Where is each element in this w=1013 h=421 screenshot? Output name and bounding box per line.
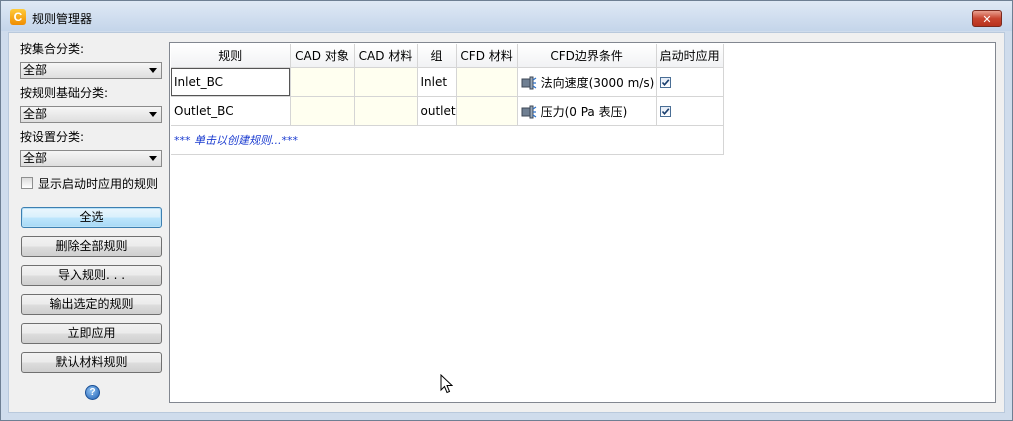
column-header-cfd-bc[interactable]: CFD边界条件 [517, 44, 657, 68]
check-icon [661, 79, 669, 87]
rule-manager-window: C 规则管理器 ✕ 按集合分类: 全部 按规则基础分类: 全部 按设置分类: 全… [0, 0, 1013, 421]
column-header-cad-material[interactable]: CAD 材料 [354, 44, 418, 68]
table-row[interactable]: Outlet_BC outlet 压力(0 Pa 表压) [171, 96, 724, 126]
show-startup-rules-label: 显示启动时应用的规则 [38, 177, 159, 191]
chevron-down-icon [149, 156, 157, 161]
base-filter-value: 全部 [23, 107, 48, 121]
settings-filter-label: 按设置分类: [20, 130, 85, 144]
rules-grid-panel: 规则 CAD 对象 CAD 材料 组 CFD 材料 CFD边界条件 启动时应用 … [169, 42, 996, 403]
rule-name-cell[interactable]: Outlet_BC [171, 96, 291, 126]
check-icon [661, 108, 669, 116]
collection-filter-label: 按集合分类: [20, 42, 85, 56]
group-cell[interactable]: outlet [417, 96, 457, 126]
create-rule-link[interactable]: *** 单击以创建规则...*** [171, 125, 724, 155]
column-header-cfd-material[interactable]: CFD 材料 [456, 44, 518, 68]
apply-on-startup-checkbox[interactable] [659, 106, 671, 117]
collection-filter-dropdown[interactable]: 全部 [20, 62, 162, 79]
settings-filter-value: 全部 [23, 151, 48, 165]
cfd-material-cell[interactable] [456, 67, 518, 97]
create-rule-row[interactable]: *** 单击以创建规则...*** [171, 125, 724, 155]
title-bar[interactable]: C 规则管理器 ✕ [1, 1, 1012, 31]
cad-material-cell[interactable] [354, 96, 418, 126]
rules-grid: 规则 CAD 对象 CAD 材料 组 CFD 材料 CFD边界条件 启动时应用 … [171, 44, 724, 155]
grid-header-row: 规则 CAD 对象 CAD 材料 组 CFD 材料 CFD边界条件 启动时应用 [171, 44, 724, 68]
dialog-body: 按集合分类: 全部 按规则基础分类: 全部 按设置分类: 全部 显示启动时应用的… [8, 32, 1005, 413]
group-cell[interactable]: Inlet [417, 67, 457, 97]
column-header-rule[interactable]: 规则 [171, 44, 291, 68]
select-all-button[interactable]: 全选 [21, 207, 162, 228]
cfd-bc-cell[interactable]: 压力(0 Pa 表压) [517, 96, 657, 126]
mouse-cursor-icon [440, 374, 453, 394]
apply-on-startup-checkbox[interactable] [659, 77, 671, 88]
cad-object-cell[interactable] [290, 67, 355, 97]
base-filter-label: 按规则基础分类: [20, 86, 109, 100]
settings-filter-dropdown[interactable]: 全部 [20, 150, 162, 167]
column-header-apply-on-startup[interactable]: 启动时应用 [656, 44, 724, 68]
cfd-bc-text: 压力(0 Pa 表压) [540, 104, 628, 119]
cad-material-cell[interactable] [354, 67, 418, 97]
default-material-rules-button[interactable]: 默认材料规则 [21, 352, 162, 373]
cad-object-cell[interactable] [290, 96, 355, 126]
app-logo-icon: C [10, 9, 26, 25]
base-filter-dropdown[interactable]: 全部 [20, 106, 162, 123]
delete-all-rules-button[interactable]: 删除全部规则 [21, 236, 162, 257]
window-title: 规则管理器 [32, 12, 93, 26]
column-header-cad-object[interactable]: CAD 对象 [290, 44, 355, 68]
apply-on-startup-cell[interactable] [656, 96, 724, 126]
rule-name-cell[interactable]: Inlet_BC [171, 67, 291, 97]
column-header-group[interactable]: 组 [417, 44, 457, 68]
apply-now-button[interactable]: 立即应用 [21, 323, 162, 344]
export-selected-rules-button[interactable]: 输出选定的规则 [21, 294, 162, 315]
collection-filter-value: 全部 [23, 63, 48, 77]
boundary-condition-icon [521, 105, 536, 119]
help-icon[interactable]: ? [85, 385, 100, 400]
apply-on-startup-cell[interactable] [656, 67, 724, 97]
table-row[interactable]: Inlet_BC Inlet 法向速度(3000 m/s) [171, 67, 724, 97]
close-button[interactable]: ✕ [972, 10, 1002, 27]
cfd-bc-text: 法向速度(3000 m/s) [540, 75, 655, 90]
cfd-material-cell[interactable] [456, 96, 518, 126]
cfd-bc-cell[interactable]: 法向速度(3000 m/s) [517, 67, 657, 97]
show-startup-rules-checkbox[interactable] [21, 177, 33, 189]
boundary-condition-icon [521, 76, 536, 90]
chevron-down-icon [149, 112, 157, 117]
import-rules-button[interactable]: 导入规则. . . [21, 265, 162, 286]
chevron-down-icon [149, 68, 157, 73]
